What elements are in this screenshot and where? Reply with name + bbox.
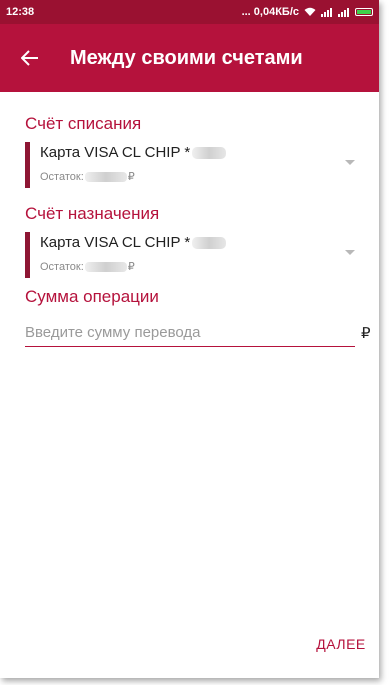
chevron-down-icon[interactable] [345,160,355,165]
app-bar: Между своими счетами [0,24,379,92]
signal-icon [321,8,332,17]
debit-account-name: Карта VISA CL CHIP * [40,144,191,161]
credit-account-name: Карта VISA CL CHIP * [40,234,191,251]
status-indicators: ... 0,04КБ/с [242,6,373,18]
debit-account-label: Счёт списания [25,114,142,133]
masked-balance [84,262,127,273]
battery-icon [355,8,373,16]
arrow-left-icon [21,50,38,66]
amount-label: Сумма операции [25,287,159,306]
next-button[interactable]: ДАЛЕЕ [312,630,370,658]
credit-balance-label: Остаток: [40,261,84,273]
debit-account-name-row: Карта VISA CL CHIP * [40,144,227,161]
credit-account-select[interactable]: Карта VISA CL CHIP * Остаток: ₽ [25,232,365,278]
credit-account-body: Карта VISA CL CHIP * Остаток: ₽ [30,232,365,278]
masked-balance [84,172,127,183]
wifi-icon [304,7,316,16]
masked-card-number [192,237,227,250]
debit-balance-currency: ₽ [127,171,135,183]
page-title: Между своими счетами [70,46,303,69]
back-button[interactable] [0,24,60,92]
credit-account-name-row: Карта VISA CL CHIP * [40,234,227,251]
credit-account-balance-row: Остаток: ₽ [40,260,135,273]
status-time: 12:38 [6,6,35,18]
amount-currency: ₽ [361,325,371,342]
signal-icon [338,8,349,17]
status-bar: 12:38 ... 0,04КБ/с [0,0,379,24]
masked-card-number [192,147,227,160]
credit-account-label: Счёт назначения [25,204,160,223]
amount-input[interactable] [25,319,355,347]
debit-balance-label: Остаток: [40,171,84,183]
network-speed: ... 0,04КБ/с [241,6,299,18]
debit-account-select[interactable]: Карта VISA CL CHIP * Остаток: ₽ [25,142,365,188]
phone-screen: 12:38 ... 0,04КБ/с Между своими счетами … [0,0,379,678]
credit-balance-currency: ₽ [127,261,135,273]
debit-account-balance-row: Остаток: ₽ [40,170,135,183]
debit-account-body: Карта VISA CL CHIP * Остаток: ₽ [30,142,365,188]
chevron-down-icon[interactable] [345,250,355,255]
